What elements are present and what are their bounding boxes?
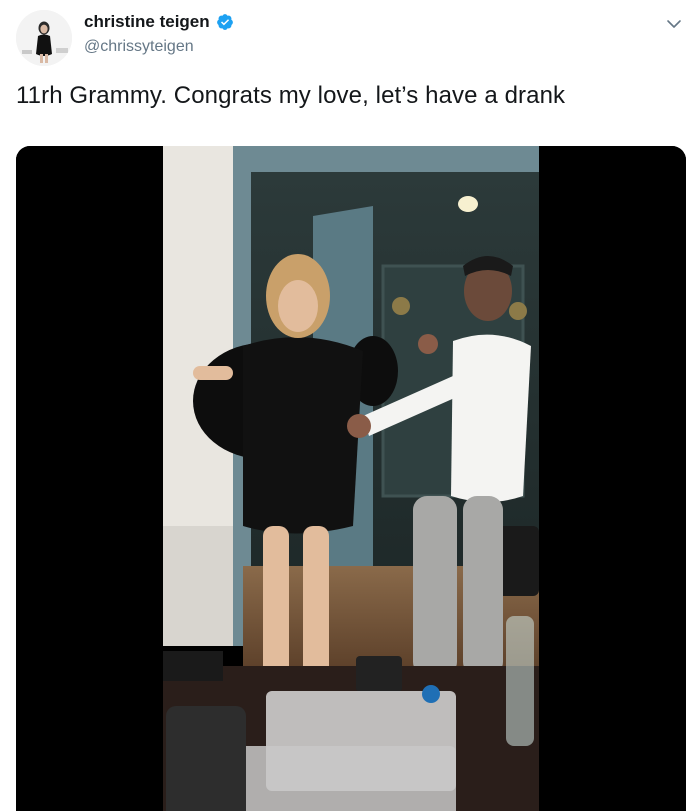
tweet-card: christine teigen @chrissyteigen 11rh Gra… [0,0,700,811]
tweet-text: 11rh Grammy. Congrats my love, let’s hav… [16,82,566,109]
verified-badge-icon [216,14,233,30]
video-frame [16,146,686,811]
handle[interactable]: @chrissyteigen [84,38,194,56]
author-name-row[interactable]: christine teigen [84,12,234,32]
tweet-media-video[interactable] [16,146,686,811]
avatar-photo [16,10,72,66]
display-name[interactable]: christine teigen [84,12,210,32]
avatar[interactable] [16,10,72,66]
tweet-menu-button[interactable] [664,14,684,34]
chevron-down-icon [667,20,681,28]
